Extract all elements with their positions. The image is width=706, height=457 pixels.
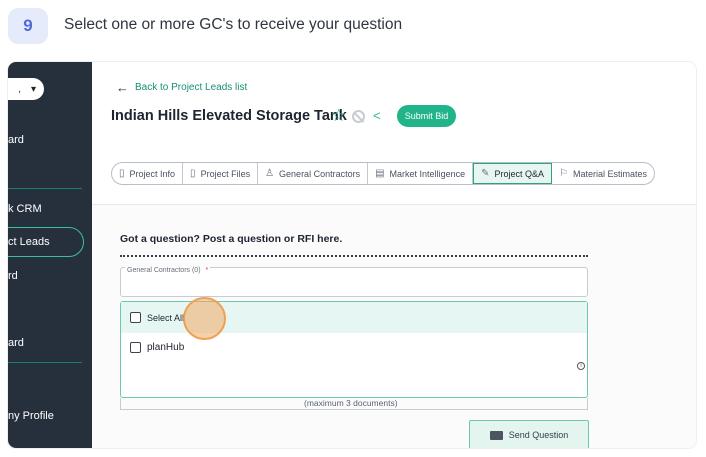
question-heading: Got a question? Post a question or RFI h… bbox=[120, 233, 343, 245]
back-link-label: Back to Project Leads list bbox=[135, 82, 248, 93]
app-frame: , ▾ ard k CRM ct Leads rd ard ny Profile… bbox=[8, 62, 696, 448]
account-dropdown[interactable]: , ▾ bbox=[8, 78, 44, 100]
tab-label: Material Estimates bbox=[572, 168, 648, 179]
sidebar-item-crm[interactable]: k CRM bbox=[8, 203, 42, 215]
tab-material-estimates[interactable]: ⚐ Material Estimates bbox=[552, 163, 654, 184]
sidebar-item-dashboard-2[interactable]: ard bbox=[8, 337, 24, 349]
send-question-button[interactable]: Send Question bbox=[469, 420, 589, 448]
option-label: planHub bbox=[147, 341, 185, 353]
sidebar-item-label: rd bbox=[8, 270, 18, 282]
tab-project-files[interactable]: ▯ Project Files bbox=[183, 163, 259, 184]
tab-market-intelligence[interactable]: ▤ Market Intelligence bbox=[368, 163, 474, 184]
sidebar-item-label: k CRM bbox=[8, 203, 42, 215]
share-icon[interactable]: < bbox=[373, 108, 381, 123]
step-instruction: Select one or more GC's to receive your … bbox=[64, 16, 403, 33]
star-icon[interactable]: ☆ bbox=[331, 106, 346, 126]
tab-project-qa[interactable]: ✎ Project Q&A bbox=[473, 163, 553, 184]
estimate-icon: ⚐ bbox=[559, 168, 568, 179]
step-header: 9 Select one or more GC's to receive you… bbox=[0, 0, 706, 56]
page-title: Indian Hills Elevated Storage Tank bbox=[111, 108, 347, 124]
back-to-leads-link[interactable]: ← Back to Project Leads list bbox=[116, 80, 247, 95]
chart-doc-icon: ▤ bbox=[375, 168, 385, 179]
tab-label: Project Info bbox=[129, 168, 176, 179]
sidebar-item-label: ct Leads bbox=[8, 236, 50, 248]
send-button-label: Send Question bbox=[508, 430, 569, 440]
submit-bid-button[interactable]: Submit Bid bbox=[397, 105, 456, 127]
option-planhub[interactable]: planHub bbox=[121, 334, 587, 360]
file-icon: ▯ bbox=[190, 168, 196, 179]
mail-icon bbox=[489, 430, 503, 440]
qa-icon: ✎ bbox=[481, 168, 490, 179]
max-documents-note: (maximum 3 documents) bbox=[304, 398, 398, 408]
account-dropdown-text: , bbox=[18, 83, 21, 95]
person-icon: ♙ bbox=[265, 168, 275, 179]
ban-icon[interactable] bbox=[352, 110, 365, 123]
sidebar-item-label: ard bbox=[8, 337, 24, 349]
sidebar-divider bbox=[8, 362, 82, 363]
sidebar-item-label: ny Profile bbox=[8, 410, 54, 422]
sidebar-item-company-profile[interactable]: ny Profile bbox=[8, 410, 54, 422]
info-doc-icon: ▯ bbox=[119, 168, 125, 179]
sidebar-item-dashboard[interactable]: ard bbox=[8, 134, 24, 146]
info-icon: i bbox=[577, 362, 585, 370]
sidebar-item-label: ard bbox=[8, 134, 24, 146]
tab-label: Project Q&A bbox=[494, 168, 545, 179]
option-label: Select All bbox=[147, 312, 185, 323]
planhub-checkbox[interactable] bbox=[130, 341, 141, 353]
qa-form: Got a question? Post a question or RFI h… bbox=[92, 205, 696, 448]
tab-label: Market Intelligence bbox=[389, 168, 466, 179]
project-header: ← Back to Project Leads list Indian Hill… bbox=[92, 62, 696, 204]
gc-label-text: General Contractors (0) bbox=[127, 267, 201, 274]
gc-field-label: General Contractors (0) * bbox=[125, 267, 211, 274]
sidebar-divider bbox=[8, 188, 82, 189]
click-indicator bbox=[183, 297, 226, 340]
select-all-checkbox[interactable] bbox=[130, 312, 141, 323]
sidebar-item-board[interactable]: rd bbox=[8, 270, 18, 282]
project-tabs: ▯ Project Info ▯ Project Files ♙ General Co… bbox=[111, 162, 656, 185]
general-contractors-select[interactable]: General Contractors (0) * bbox=[120, 267, 588, 297]
step-number-badge: 9 bbox=[8, 8, 48, 44]
sidebar-item-project-leads[interactable]: ct Leads bbox=[8, 236, 50, 248]
caret-down-icon: ▾ bbox=[30, 83, 36, 95]
tab-general-contractors[interactable]: ♙ General Contractors bbox=[258, 163, 369, 184]
dotted-divider bbox=[120, 255, 588, 257]
arrow-left-icon: ← bbox=[116, 80, 129, 95]
tab-project-info[interactable]: ▯ Project Info bbox=[112, 163, 184, 184]
sidebar: , ▾ ard k CRM ct Leads rd ard ny Profile bbox=[8, 62, 92, 448]
tab-label: General Contractors bbox=[279, 168, 361, 179]
main-panel: ← Back to Project Leads list Indian Hill… bbox=[92, 62, 696, 448]
tab-label: Project Files bbox=[200, 168, 251, 179]
required-mark: * bbox=[205, 267, 209, 274]
